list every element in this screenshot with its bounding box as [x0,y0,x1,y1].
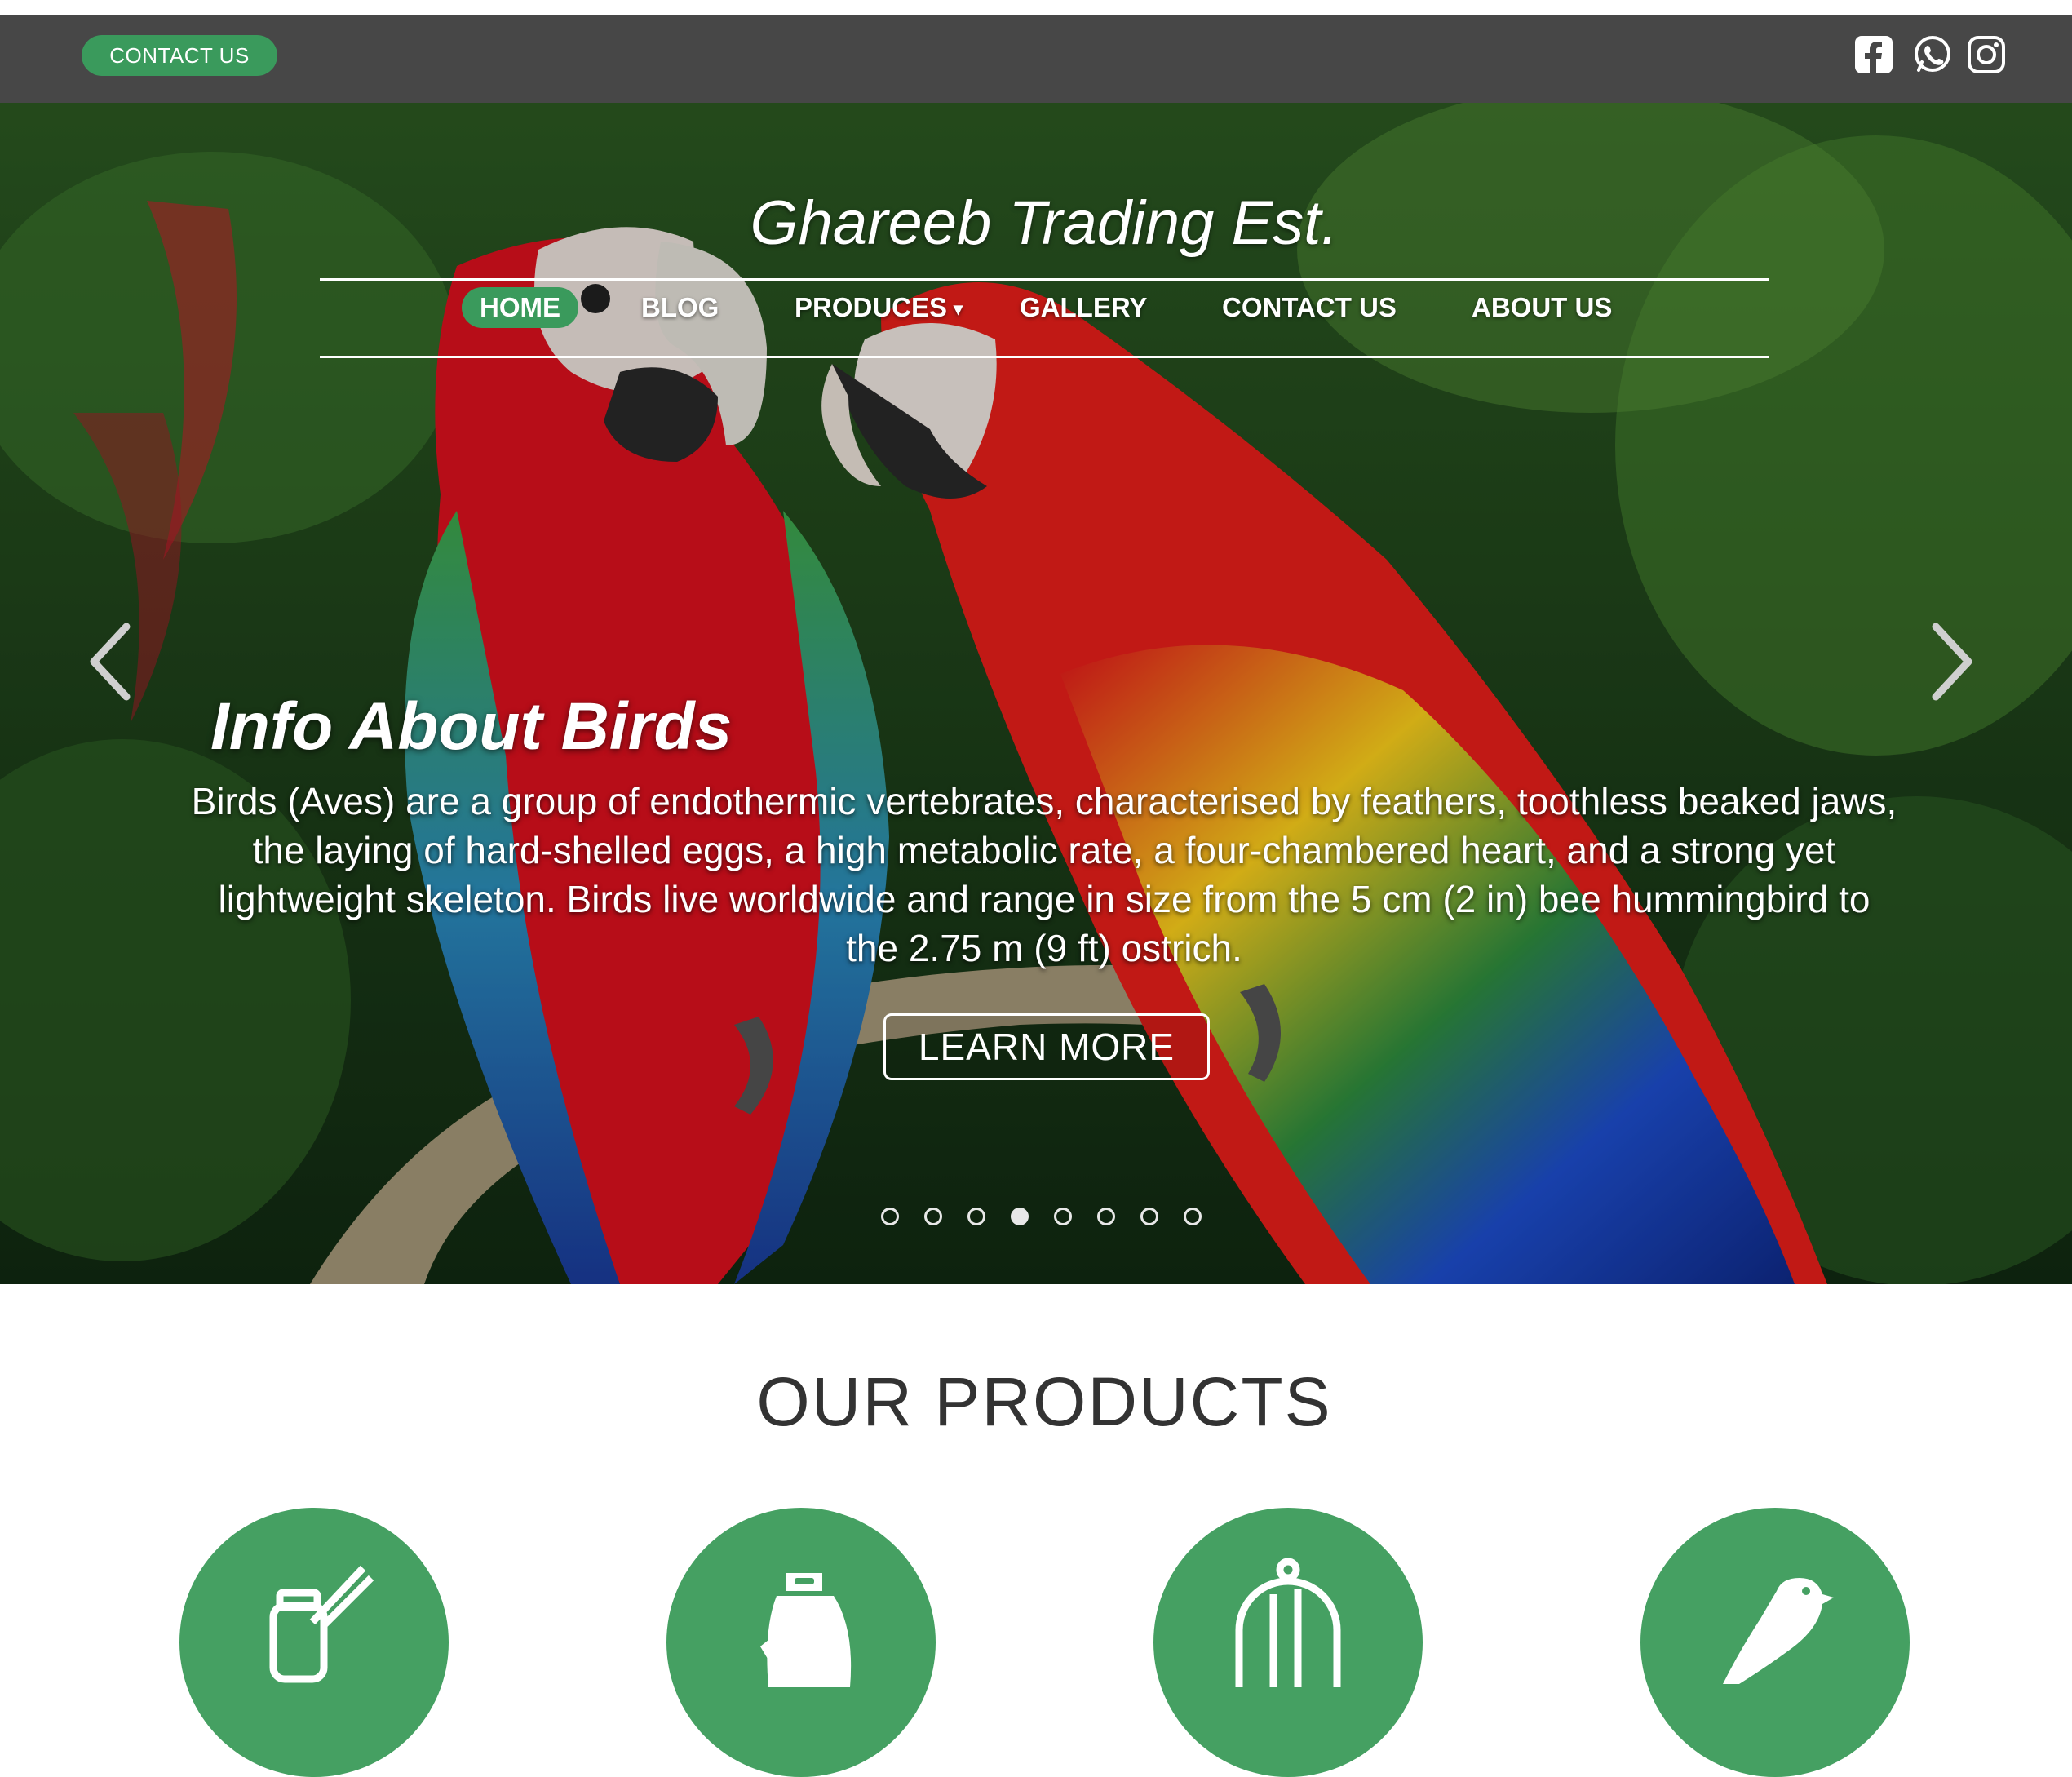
nav-item-label: HOME [480,292,560,322]
products-heading: OUR PRODUCTS [756,1363,1332,1440]
nav-item-about-us[interactable]: ABOUT US [1472,287,1612,328]
site-brand-title[interactable]: Ghareeb Trading Est. [0,188,2072,259]
nav-item-contact-us[interactable]: CONTACT US [1222,287,1397,328]
nav-item-label: PRODUCES [795,292,948,322]
hero-slider: Ghareeb Trading Est. HOME BLOG PRODUCES ▾… [0,103,2072,1284]
nav-item-gallery[interactable]: GALLERY [1020,287,1147,328]
slide-dot-1[interactable] [881,1208,899,1225]
facebook-icon[interactable] [1853,34,1894,75]
slide-dot-7[interactable] [1140,1208,1158,1225]
slider-indicators [881,1208,1224,1232]
learn-more-button[interactable]: LEARN MORE [883,1013,1210,1080]
nav-top-rule [320,278,1769,281]
nav-item-label: BLOG [641,292,719,322]
honey-jar-icon [269,1565,374,1683]
chevron-right-icon[interactable] [1924,617,1981,707]
nav-item-label: CONTACT US [1222,292,1397,322]
product-honey[interactable] [179,1508,449,1777]
slide-dot-5[interactable] [1054,1208,1072,1225]
nav-item-label: ABOUT US [1472,292,1613,322]
slide-dot-6[interactable] [1097,1208,1115,1225]
chevron-down-icon: ▾ [954,299,963,320]
slide-dot-3[interactable] [967,1208,985,1225]
page-top-border [0,0,2072,15]
top-bar: CONTACT US [0,15,2072,103]
bird-icon [1723,1578,1834,1684]
nav-item-blog[interactable]: BLOG [641,287,719,328]
feed-bag-icon [760,1573,852,1687]
chevron-left-icon[interactable] [82,617,139,707]
main-nav: HOME BLOG PRODUCES ▾ GALLERY CONTACT US A… [320,282,1769,335]
product-cage[interactable] [1153,1508,1423,1777]
instagram-icon[interactable] [1966,34,2007,75]
whatsapp-icon[interactable] [1912,34,1953,75]
bird-cage-icon [1235,1558,1341,1687]
nav-item-home[interactable]: HOME [462,287,578,328]
slide-description: Birds (Aves) are a group of endothermic … [191,780,1897,969]
nav-item-label: GALLERY [1020,292,1148,322]
nav-item-produces[interactable]: PRODUCES ▾ [795,287,963,328]
slide-dot-8[interactable] [1184,1208,1202,1225]
product-feed[interactable] [666,1508,936,1777]
nav-bottom-rule [320,356,1769,358]
top-contact-button[interactable]: CONTACT US [82,35,277,76]
slide-dot-4[interactable] [1011,1208,1029,1225]
product-birds[interactable] [1640,1508,1910,1777]
slide-dot-2[interactable] [924,1208,942,1225]
slide-title: Info About Birds [210,689,733,764]
